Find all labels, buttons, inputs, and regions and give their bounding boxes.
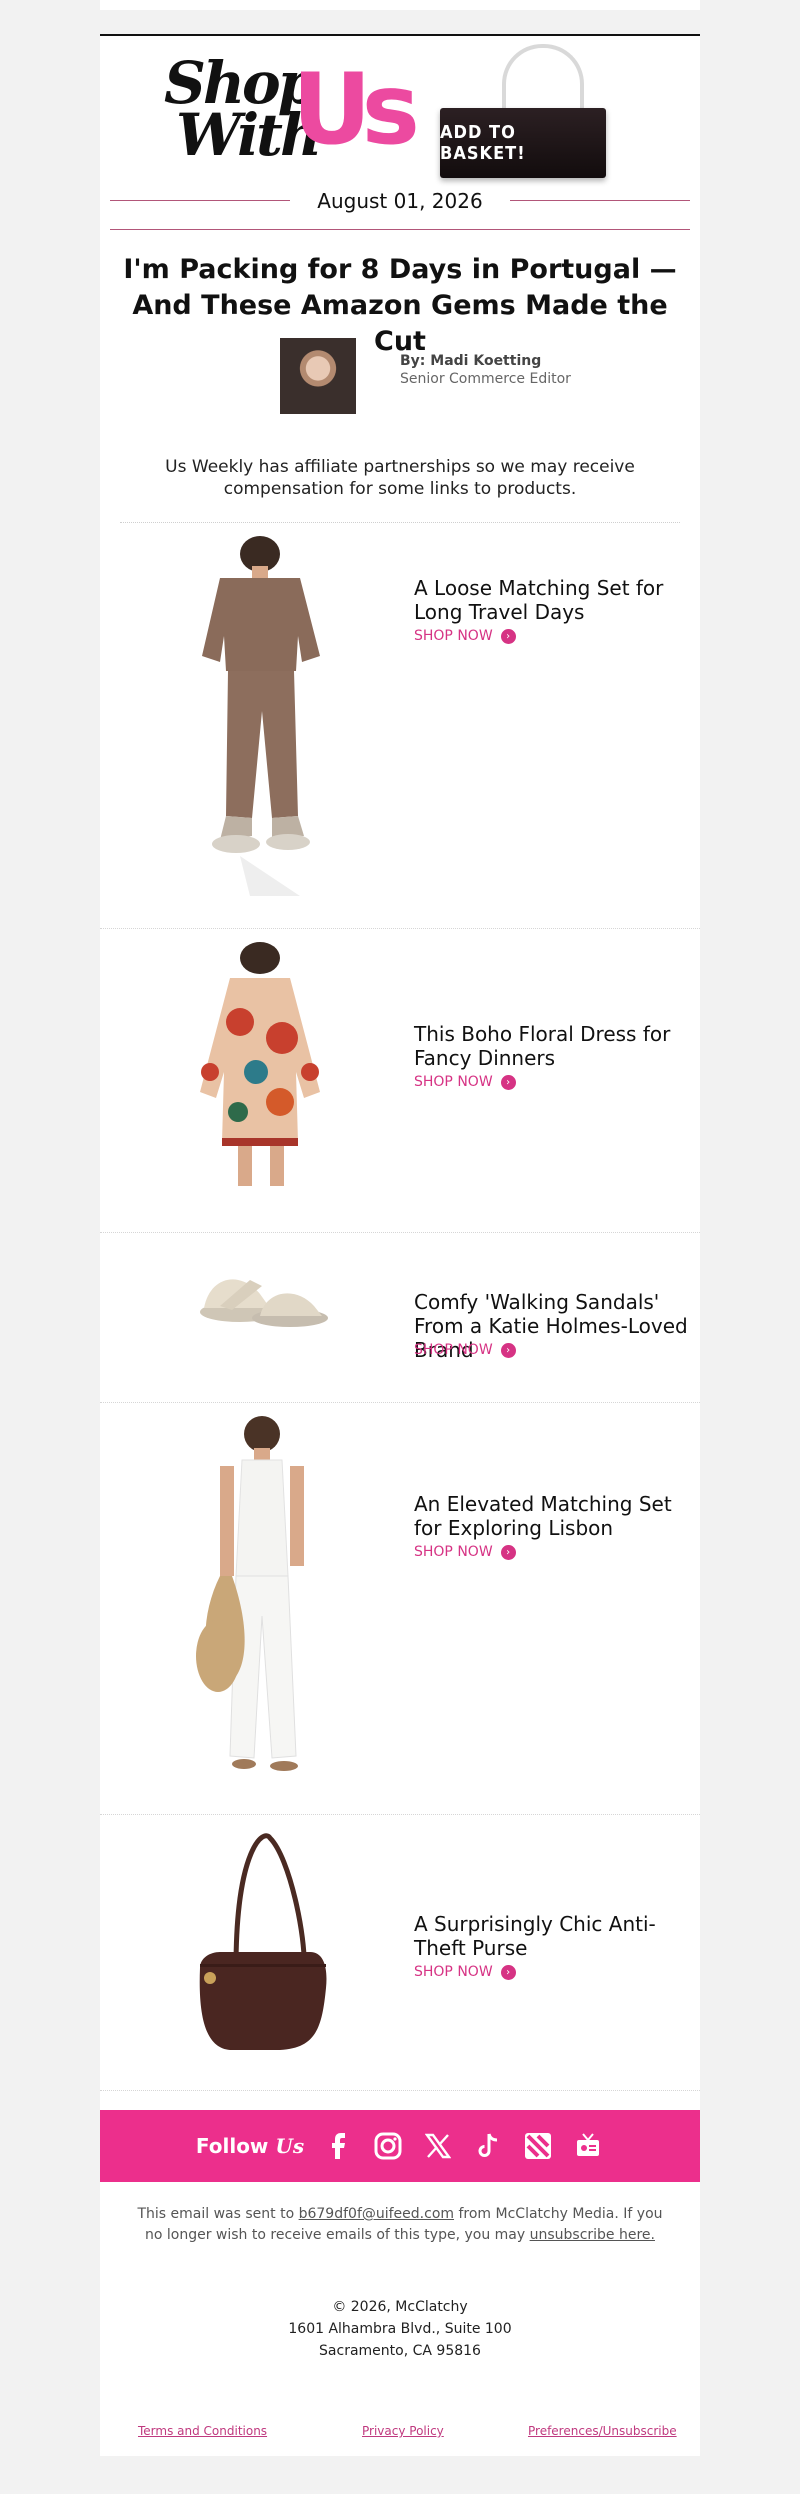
shop-now-label: SHOP NOW	[414, 628, 493, 644]
divider	[100, 2090, 700, 2091]
product-card: An Elevated Matching Set for Exploring L…	[100, 1416, 700, 1814]
product-card: Comfy 'Walking Sandals' From a Katie Hol…	[100, 1246, 700, 1402]
company-address: © 2026, McClatchy 1601 Alhambra Blvd., S…	[100, 2296, 700, 2362]
shop-now-button[interactable]: SHOP NOW ›	[414, 1964, 516, 1980]
chevron-right-icon: ›	[500, 1342, 516, 1358]
add-to-basket-label: ADD TO BASKET!	[440, 122, 526, 164]
product-title[interactable]: This Boho Floral Dress for Fancy Dinners	[414, 1022, 704, 1070]
product-title[interactable]: An Elevated Matching Set for Exploring L…	[414, 1492, 704, 1540]
white-linen-set-image[interactable]	[180, 1416, 340, 1788]
shop-with-us-logo[interactable]: Shop With Us	[162, 46, 422, 166]
chevron-right-icon: ›	[500, 628, 516, 644]
walking-sandals-image[interactable]	[180, 1256, 340, 1332]
shop-now-button[interactable]: SHOP NOW ›	[414, 628, 516, 644]
apple-news-icon[interactable]	[522, 2130, 554, 2162]
top-strip	[100, 0, 700, 10]
product-title[interactable]: A Surprisingly Chic Anti-Theft Purse	[414, 1912, 704, 1960]
tiktok-icon[interactable]	[472, 2130, 504, 2162]
brown-shoulder-bag-image[interactable]	[180, 1828, 340, 2064]
follow-prefix: Follow	[195, 2134, 269, 2158]
date-underline	[110, 229, 690, 230]
follow-brand: Us	[275, 2134, 305, 2158]
logo-word-us: Us	[292, 53, 420, 167]
privacy-link[interactable]: Privacy Policy	[362, 2424, 444, 2438]
date-row: August 01, 2026	[110, 186, 690, 216]
shop-now-label: SHOP NOW	[414, 1964, 493, 1980]
divider	[100, 928, 700, 929]
follow-us-bar: Follow Us	[100, 2110, 700, 2182]
shop-now-button[interactable]: SHOP NOW ›	[414, 1342, 516, 1358]
chevron-right-icon: ›	[500, 1544, 516, 1560]
author-avatar	[280, 338, 356, 414]
preferences-link[interactable]: Preferences/Unsubscribe	[528, 2424, 677, 2438]
email-card: Shop With Us ADD TO BASKET! August 01, 2…	[100, 34, 700, 2456]
notice-prefix: This email was sent to	[137, 2206, 295, 2222]
follow-us-label: Follow Us	[196, 2134, 304, 2158]
divider	[100, 1814, 700, 1815]
add-to-basket-bag[interactable]: ADD TO BASKET!	[440, 44, 610, 184]
legal-links: Terms and Conditions Privacy Policy Pref…	[100, 2424, 700, 2444]
affiliate-disclaimer: Us Weekly has affiliate partnerships so …	[165, 457, 635, 499]
facebook-icon[interactable]	[322, 2130, 354, 2162]
unsubscribe-link[interactable]: unsubscribe here.	[530, 2227, 655, 2243]
podcast-icon[interactable]	[572, 2130, 604, 2162]
product-card: A Loose Matching Set for Long Travel Day…	[100, 536, 700, 928]
product-card: A Surprisingly Chic Anti-Theft Purse SHO…	[100, 1828, 700, 2090]
author-name: By: Madi Koetting	[400, 353, 542, 369]
article-headline[interactable]: I'm Packing for 8 Days in Portugal — And…	[120, 252, 680, 360]
brown-lounge-set-image[interactable]	[180, 536, 340, 898]
chevron-right-icon: ›	[500, 1074, 516, 1090]
divider	[100, 1402, 700, 1403]
x-icon[interactable]	[422, 2130, 454, 2162]
issue-date: August 01, 2026	[317, 189, 483, 213]
product-card: This Boho Floral Dress for Fancy Dinners…	[100, 942, 700, 1232]
author-title: Senior Commerce Editor	[400, 371, 571, 387]
address-line-2: Sacramento, CA 95816	[319, 2343, 481, 2359]
divider	[100, 1232, 700, 1233]
divider	[120, 522, 680, 523]
byline: By: Madi Koetting Senior Commerce Editor	[400, 352, 571, 388]
shop-now-label: SHOP NOW	[414, 1342, 493, 1358]
email-notice: This email was sent to b679df0f@uifeed.c…	[130, 2204, 670, 2246]
shop-now-button[interactable]: SHOP NOW ›	[414, 1544, 516, 1560]
shop-now-label: SHOP NOW	[414, 1544, 493, 1560]
terms-link[interactable]: Terms and Conditions	[138, 2424, 267, 2438]
recipient-email-link[interactable]: b679df0f@uifeed.com	[299, 2206, 454, 2222]
address-line-1: 1601 Alhambra Blvd., Suite 100	[288, 2321, 512, 2337]
bag-body: ADD TO BASKET!	[440, 108, 606, 178]
shop-now-button[interactable]: SHOP NOW ›	[414, 1074, 516, 1090]
date-rule-right	[510, 200, 690, 201]
floral-dress-image[interactable]	[180, 942, 340, 1194]
shop-now-label: SHOP NOW	[414, 1074, 493, 1090]
instagram-icon[interactable]	[372, 2130, 404, 2162]
copyright: © 2026, McClatchy	[332, 2299, 468, 2315]
product-title[interactable]: A Loose Matching Set for Long Travel Day…	[414, 576, 704, 624]
chevron-right-icon: ›	[500, 1964, 516, 1980]
